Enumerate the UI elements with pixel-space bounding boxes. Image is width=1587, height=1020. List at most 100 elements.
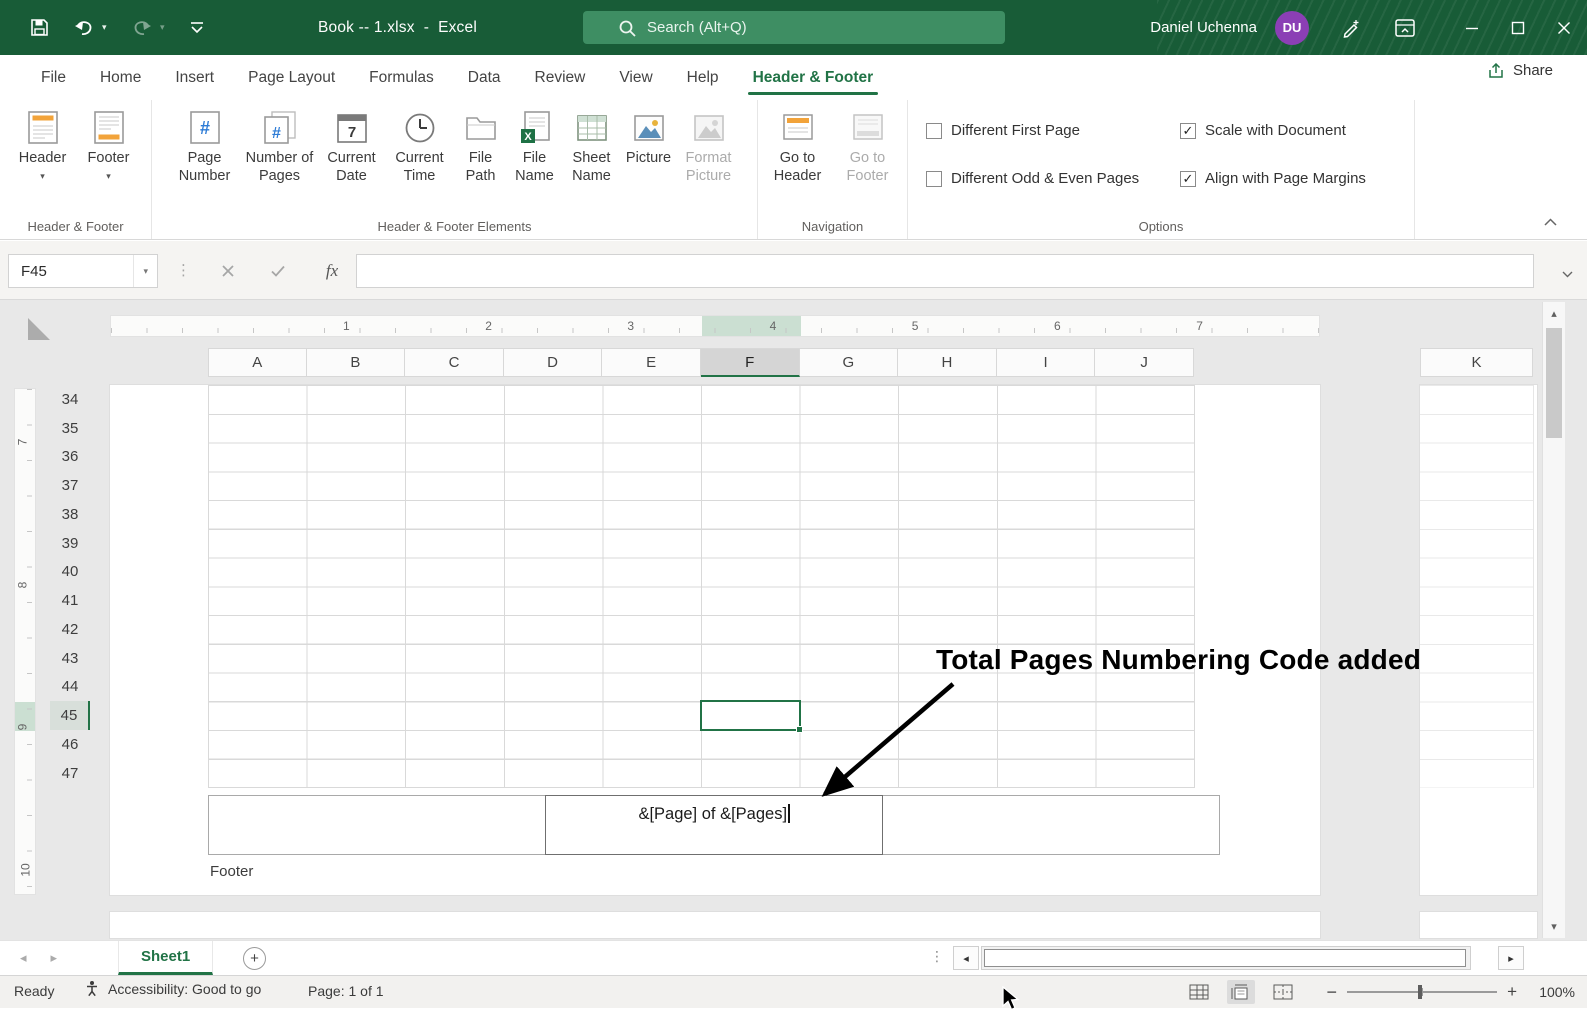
zoom-slider[interactable] [1347, 985, 1498, 999]
accessibility-status[interactable]: Accessibility: Good to go [84, 980, 261, 997]
row-header-45[interactable]: 45 [50, 701, 90, 730]
zoom-out-button[interactable]: − [1327, 982, 1338, 1003]
column-header-g[interactable]: G [799, 348, 899, 377]
ribbon-button-file-path[interactable]: File Path [456, 105, 506, 209]
column-header-a[interactable]: A [208, 348, 307, 377]
ribbon-button-go-to-header[interactable]: Go to Header [765, 105, 831, 209]
row-header-44[interactable]: 44 [50, 673, 90, 702]
formula-bar-expand-icon[interactable] [1562, 265, 1573, 283]
scroll-down-icon[interactable]: ▾ [1543, 920, 1565, 933]
sheet-tab-sheet1[interactable]: Sheet1 [118, 941, 214, 975]
checkbox-scale-with-document[interactable]: ✓ Scale with Document [1180, 122, 1346, 139]
ribbon-button-sheet-name[interactable]: Sheet Name [564, 105, 620, 209]
row-header-34[interactable]: 34 [50, 385, 90, 414]
maximize-button[interactable] [1495, 0, 1541, 55]
ribbon-tab-help[interactable]: Help [670, 55, 736, 100]
save-icon[interactable] [30, 0, 49, 55]
name-box[interactable]: F45 ▾ [8, 254, 158, 288]
row-header-38[interactable]: 38 [50, 500, 90, 529]
redo-dropdown-icon[interactable]: ▾ [160, 0, 165, 55]
name-box-dropdown-icon[interactable]: ▾ [133, 255, 157, 287]
row-header-40[interactable]: 40 [50, 558, 90, 587]
page-indicator[interactable]: Page: 1 of 1 [308, 983, 384, 999]
ribbon-tab-formulas[interactable]: Formulas [352, 55, 451, 100]
row-header-39[interactable]: 39 [50, 529, 90, 558]
checkbox-different-odd-even-pages[interactable]: Different Odd & Even Pages [926, 170, 1139, 187]
column-header-e[interactable]: E [602, 348, 701, 377]
ribbon-tab-file[interactable]: File [24, 55, 83, 100]
undo-dropdown-icon[interactable]: ▾ [102, 0, 107, 55]
scroll-up-icon[interactable]: ▴ [1543, 307, 1565, 320]
row-header-46[interactable]: 46 [50, 730, 90, 759]
ribbon-tab-view[interactable]: View [602, 55, 669, 100]
vertical-scrollbar-thumb[interactable] [1546, 328, 1562, 438]
search-box[interactable]: Search (Alt+Q) [583, 11, 1005, 44]
row-header-43[interactable]: 43 [50, 644, 90, 673]
ribbon-button-current-time[interactable]: Current Time [388, 105, 452, 209]
row-header-41[interactable]: 41 [50, 586, 90, 615]
close-button[interactable] [1541, 0, 1587, 55]
ribbon-button-number-of-pages[interactable]: # Number of Pages [244, 105, 316, 209]
minimize-button[interactable] [1449, 0, 1495, 55]
ribbon-button-picture[interactable]: Picture [624, 105, 674, 209]
page-break-view-button[interactable] [1269, 980, 1297, 1004]
hscroll-right-icon[interactable]: ▸ [1498, 946, 1524, 970]
normal-view-button[interactable] [1185, 980, 1213, 1004]
ribbon-tab-data[interactable]: Data [451, 55, 518, 100]
ribbon-tab-insert[interactable]: Insert [158, 55, 231, 100]
horizontal-scrollbar[interactable] [981, 946, 1471, 970]
column-header-i[interactable]: I [996, 348, 1096, 377]
redo-icon[interactable] [132, 0, 152, 55]
selected-cell[interactable] [700, 700, 803, 733]
cell-grid-k[interactable] [1420, 385, 1534, 788]
column-header-b[interactable]: B [306, 348, 406, 377]
avatar[interactable]: DU [1275, 10, 1309, 45]
prev-sheet-icon[interactable]: ◂ [20, 950, 27, 966]
tab-splitter-handle[interactable]: ⋮ [930, 948, 944, 965]
ribbon-tab-review[interactable]: Review [518, 55, 603, 100]
insert-function-icon[interactable]: fx [314, 254, 350, 288]
page-layout-view-button[interactable] [1226, 980, 1255, 1004]
ribbon-button-file-name[interactable]: X File Name [510, 105, 560, 209]
ribbon-button-current-date[interactable]: 7 Current Date [320, 105, 384, 209]
ribbon-tab-header-footer[interactable]: Header & Footer [736, 55, 891, 100]
checkbox-align-with-page-margins[interactable]: ✓ Align with Page Margins [1180, 170, 1366, 187]
ribbon-tab-page-layout[interactable]: Page Layout [231, 55, 352, 100]
share-button[interactable]: Share [1488, 62, 1553, 79]
formula-bar-handle[interactable]: ⋮ [176, 261, 191, 279]
ribbon-button-header[interactable]: Header ▾ [12, 105, 74, 209]
new-sheet-button[interactable]: + [243, 947, 266, 970]
collapse-ribbon-icon[interactable] [1544, 213, 1557, 231]
column-header-j[interactable]: J [1095, 348, 1194, 377]
user-name[interactable]: Daniel Uchenna [1150, 19, 1257, 36]
row-header-37[interactable]: 37 [50, 471, 90, 500]
zoom-level[interactable]: 100% [1531, 984, 1575, 1000]
column-header-d[interactable]: D [503, 348, 603, 377]
ribbon-button-footer[interactable]: Footer ▾ [78, 105, 140, 209]
ribbon-button-page-number[interactable]: # Page Number [170, 105, 240, 209]
column-header-f[interactable]: F [700, 348, 800, 377]
formula-input[interactable] [356, 254, 1534, 288]
zoom-in-button[interactable]: + [1507, 982, 1517, 1002]
fill-handle[interactable] [796, 726, 803, 733]
row-header-47[interactable]: 47 [50, 759, 90, 788]
row-header-35[interactable]: 35 [50, 414, 90, 443]
row-header-36[interactable]: 36 [50, 443, 90, 472]
column-header-h[interactable]: H [898, 348, 997, 377]
ribbon-display-options-icon[interactable] [1395, 18, 1415, 37]
hscroll-left-icon[interactable]: ◂ [953, 946, 979, 970]
next-sheet-icon[interactable]: ▸ [51, 950, 58, 966]
undo-icon[interactable] [74, 0, 94, 55]
column-header-k[interactable]: K [1420, 348, 1533, 377]
checkbox-different-first-page[interactable]: Different First Page [926, 122, 1080, 139]
cancel-icon[interactable] [210, 254, 246, 288]
zoom-slider-thumb[interactable] [1417, 985, 1422, 999]
horizontal-scrollbar-thumb[interactable] [984, 949, 1466, 967]
draw-sparkle-icon[interactable] [1341, 18, 1361, 38]
row-header-42[interactable]: 42 [50, 615, 90, 644]
column-header-c[interactable]: C [405, 348, 504, 377]
vertical-scrollbar[interactable]: ▴ ▾ [1542, 302, 1565, 938]
ribbon-tab-home[interactable]: Home [83, 55, 158, 100]
enter-icon[interactable] [260, 254, 296, 288]
quick-access-toolbar-icon[interactable] [190, 0, 204, 55]
